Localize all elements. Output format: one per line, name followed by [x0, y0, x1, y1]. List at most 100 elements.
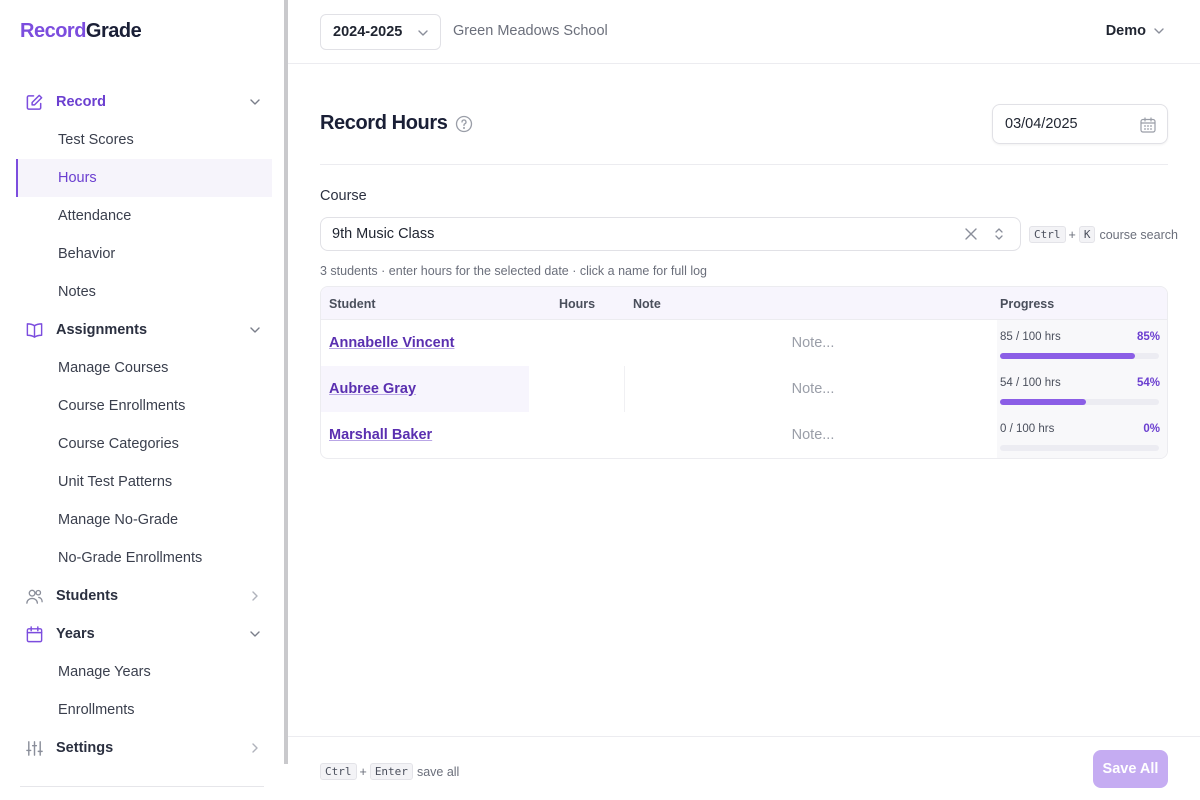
kbd-plus: +: [359, 764, 367, 779]
nav-group-label: Students: [56, 588, 119, 604]
date-value: 03/04/2025: [1005, 116, 1078, 132]
nav-group-settings[interactable]: Settings: [0, 729, 272, 767]
hours-input[interactable]: [533, 366, 625, 412]
table-row: Annabelle Vincent 85 / 100 hrs 85%: [321, 320, 1167, 366]
course-select[interactable]: 9th Music Class: [320, 217, 1021, 251]
sidebar-item-course-categories[interactable]: Course Categories: [0, 425, 272, 463]
student-link[interactable]: Aubree Gray: [329, 381, 416, 397]
sidebar-item-manage-courses[interactable]: Manage Courses: [0, 349, 272, 387]
chevron-right-icon: [252, 743, 258, 753]
table-row: Aubree Gray 54 / 100 hrs 54%: [321, 366, 1167, 412]
logo-text-grade: Grade: [85, 20, 142, 42]
footer-bar: Ctrl + Enter save all Save All: [288, 736, 1200, 800]
progress-bar: [1000, 445, 1159, 451]
nav-group-label: Record: [56, 94, 106, 110]
year-select-value: 2024-2025: [333, 24, 403, 40]
year-select[interactable]: 2024-2025: [320, 14, 441, 50]
note-input[interactable]: [629, 412, 997, 458]
calendar-icon[interactable]: [1139, 116, 1157, 134]
help-icon[interactable]: [455, 115, 473, 133]
main-content: Record Hours 03/04/2025 Course 9th Music…: [288, 64, 1200, 736]
nav-group-label: Assignments: [56, 322, 148, 338]
table-row: Marshall Baker 0 / 100 hrs 0%: [321, 412, 1167, 458]
chevron-down-icon: [1154, 28, 1164, 34]
student-link[interactable]: Annabelle Vincent: [329, 335, 454, 351]
column-header-note: Note: [633, 297, 661, 311]
app-logo[interactable]: RecordGrade: [20, 20, 142, 43]
sidebar-item-manage-years[interactable]: Manage Years: [0, 653, 272, 691]
student-cell: Annabelle Vincent: [321, 320, 529, 366]
sidebar-item-test-scores[interactable]: Test Scores: [0, 121, 272, 159]
nav-group-label: Years: [56, 626, 95, 642]
progress-cell: 85 / 100 hrs 85%: [997, 320, 1167, 366]
kbd-enter: Enter: [369, 763, 413, 780]
progress-bar-fill: [1000, 399, 1086, 405]
shortcut-text: course search: [1099, 227, 1178, 242]
student-link[interactable]: Marshall Baker: [329, 427, 432, 443]
nav-group-label: Settings: [56, 740, 114, 756]
student-cell: Aubree Gray: [321, 366, 529, 412]
kbd-ctrl: Ctrl: [320, 763, 357, 780]
nav-group-years[interactable]: Years: [0, 615, 272, 653]
chevron-down-icon: [250, 631, 260, 637]
chevron-up-down-icon[interactable]: [993, 226, 1005, 242]
progress-percent: 0%: [1143, 423, 1160, 435]
school-name: Green Meadows School: [453, 23, 608, 39]
sidebar-item-manage-no-grade[interactable]: Manage No-Grade: [0, 501, 272, 539]
sliders-icon: [24, 738, 44, 758]
progress-percent: 54%: [1136, 377, 1160, 389]
course-label: Course: [320, 188, 367, 204]
nav-group-assignments[interactable]: Assignments: [0, 311, 272, 349]
sidebar: RecordGrade Record Test Scores Hours Att…: [0, 0, 284, 800]
nav-group-students[interactable]: Students: [0, 577, 272, 615]
student-cell: Marshall Baker: [321, 412, 529, 458]
save-all-button[interactable]: Save All: [1093, 750, 1168, 788]
date-picker[interactable]: 03/04/2025: [992, 104, 1168, 144]
sidebar-item-attendance[interactable]: Attendance: [0, 197, 272, 235]
top-bar: 2024-2025 Green Meadows School Demo: [288, 0, 1200, 64]
note-input[interactable]: [629, 366, 997, 412]
progress-text: 85 / 100 hrs: [1000, 331, 1061, 343]
sidebar-nav: Record Test Scores Hours Attendance Beha…: [0, 83, 272, 767]
progress-percent: 85%: [1136, 331, 1160, 343]
user-menu[interactable]: Demo: [1106, 23, 1166, 39]
hours-input[interactable]: [533, 412, 625, 458]
course-select-value: 9th Music Class: [332, 226, 435, 242]
sidebar-item-no-grade-enrollments[interactable]: No-Grade Enrollments: [0, 539, 272, 577]
progress-text: 0 / 100 hrs: [1000, 423, 1055, 435]
sidebar-divider: [20, 786, 264, 787]
users-icon: [24, 586, 44, 606]
progress-bar: [1000, 399, 1159, 405]
chevron-down-icon: [250, 327, 260, 333]
table-header: Student Hours Note Progress: [321, 287, 1167, 320]
sidebar-item-course-enrollments[interactable]: Course Enrollments: [0, 387, 272, 425]
chevron-right-icon: [252, 591, 258, 601]
sidebar-item-unit-test-patterns[interactable]: Unit Test Patterns: [0, 463, 272, 501]
sidebar-item-behavior[interactable]: Behavior: [0, 235, 272, 273]
hours-input[interactable]: [533, 320, 625, 366]
progress-cell: 0 / 100 hrs 0%: [997, 412, 1167, 458]
progress-bar-fill: [1000, 353, 1136, 359]
edit-icon: [24, 92, 44, 112]
column-header-progress: Progress: [1000, 297, 1055, 311]
note-input[interactable]: [629, 320, 997, 366]
user-name: Demo: [1105, 23, 1146, 39]
logo-text-record: Record: [20, 20, 86, 42]
progress-bar: [1000, 353, 1159, 359]
progress-text: 54 / 100 hrs: [1000, 377, 1061, 389]
save-all-shortcut: Ctrl + Enter save all: [320, 763, 459, 780]
close-icon[interactable]: [964, 227, 978, 241]
chevron-down-icon: [418, 30, 428, 36]
sidebar-item-enrollments[interactable]: Enrollments: [0, 691, 272, 729]
sidebar-item-hours[interactable]: Hours: [16, 159, 272, 197]
kbd-ctrl: Ctrl: [1029, 226, 1066, 243]
column-header-student: Student: [329, 297, 376, 311]
progress-cell: 54 / 100 hrs 54%: [997, 366, 1167, 412]
kbd-plus: +: [1068, 227, 1076, 242]
title-divider: [320, 164, 1168, 165]
shortcut-text: save all: [416, 764, 460, 779]
nav-group-record[interactable]: Record: [0, 83, 272, 121]
page-title: Record Hours: [320, 112, 448, 134]
sidebar-item-notes[interactable]: Notes: [0, 273, 272, 311]
column-header-hours: Hours: [559, 297, 596, 311]
